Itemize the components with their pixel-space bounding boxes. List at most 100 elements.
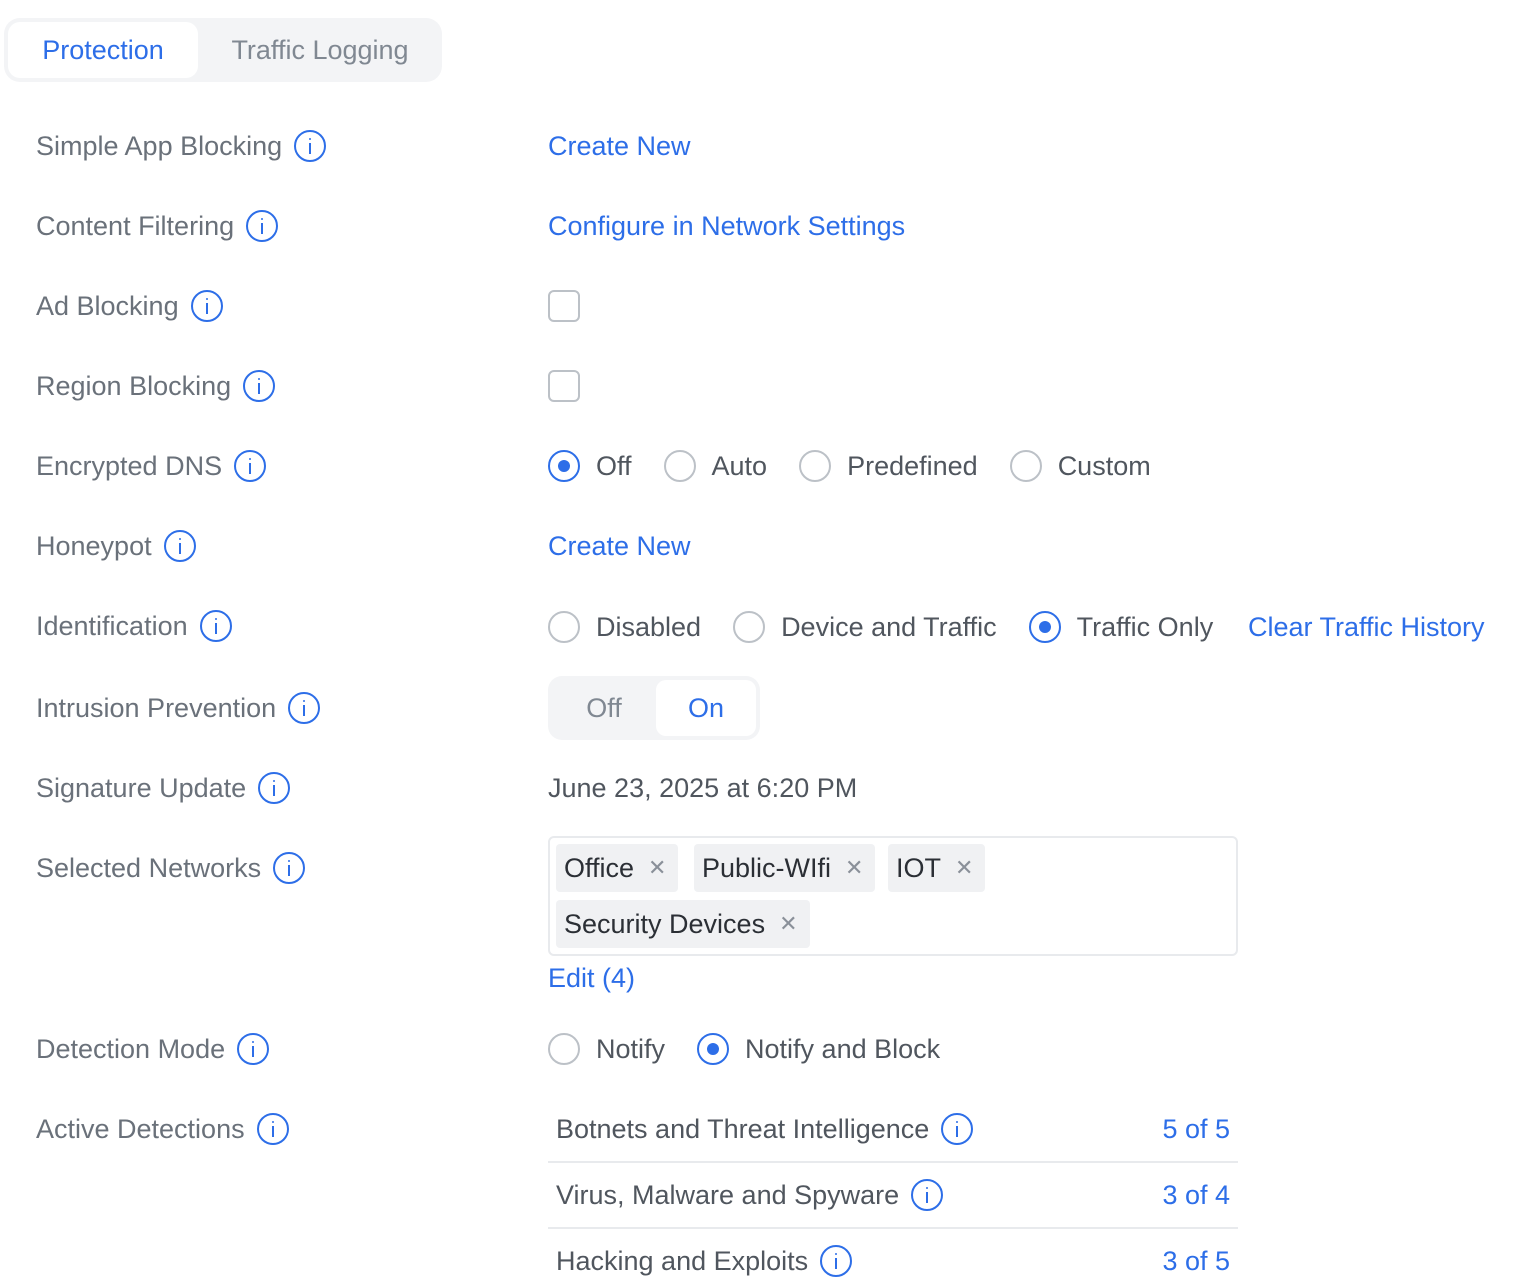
network-chip: Office ✕ [556,844,679,892]
radio-dot [663,450,696,482]
ad-blocking-label: Ad Blocking [36,286,223,326]
info-icon[interactable] [199,610,232,642]
configure-network-settings-link[interactable]: Configure in Network Settings [548,206,905,246]
simple-app-blocking-text: Simple App Blocking [36,130,283,161]
info-icon[interactable] [941,1113,974,1145]
tab-traffic-logging[interactable]: Traffic Logging [208,22,432,78]
remove-icon[interactable]: ✕ [845,855,863,881]
radio-label: Predefined [847,450,978,481]
radio-label: Off [596,450,632,481]
signature-update-text: Signature Update [36,772,247,803]
identification-label: Identification [36,606,232,646]
radio-dot [697,1033,730,1065]
toggle-on-option[interactable]: On [656,680,756,736]
network-chip-label: IOT [896,852,941,883]
network-chip: IOT ✕ [888,844,986,892]
intrusion-prevention-text: Intrusion Prevention [36,692,277,723]
info-icon[interactable] [237,1033,270,1065]
radio-dot [548,1033,580,1065]
network-chip-label: Office [564,852,635,883]
detection-mode-label: Detection Mode [36,1029,270,1069]
radio-dot [733,611,766,643]
radio-dns-custom[interactable]: Custom [1009,450,1151,482]
detection-count-link[interactable]: 5 of 5 [1162,1109,1230,1149]
detection-mode-radio-group: Notify Notify and Block [548,1029,972,1069]
info-icon[interactable] [246,210,279,242]
intrusion-prevention-toggle: Off On [548,676,760,740]
identification-text: Identification [36,610,188,641]
remove-icon[interactable]: ✕ [648,855,666,881]
network-chip: Public-WIfi ✕ [694,844,876,892]
radio-detection-notify[interactable]: Notify [548,1033,665,1065]
tab-protection[interactable]: Protection [8,22,198,78]
info-icon[interactable] [294,130,327,162]
honeypot-text: Honeypot [36,530,152,561]
encrypted-dns-radio-group: Off Auto Predefined Custom [548,446,1183,486]
detection-name-text: Hacking and Exploits [556,1245,809,1276]
radio-dot [1009,450,1042,482]
signature-update-value: June 23, 2025 at 6:20 PM [548,773,858,803]
region-blocking-label: Region Blocking [36,366,276,406]
radio-dns-auto[interactable]: Auto [663,450,767,482]
signature-update-label: Signature Update [36,768,291,808]
clear-traffic-history-link[interactable]: Clear Traffic History [1248,607,1485,647]
detection-row: Botnets and Threat Intelligence 5 of 5 [548,1097,1238,1163]
intrusion-prevention-label: Intrusion Prevention [36,688,321,728]
info-icon[interactable] [234,450,267,482]
honeypot-create-link[interactable]: Create New [548,526,691,566]
remove-icon[interactable]: ✕ [779,911,797,937]
simple-app-blocking-label: Simple App Blocking [36,126,327,166]
info-icon[interactable] [163,530,196,562]
simple-app-blocking-create-link[interactable]: Create New [548,126,691,166]
detection-name-text: Botnets and Threat Intelligence [556,1113,930,1144]
detection-count-link[interactable]: 3 of 4 [1162,1175,1230,1215]
network-chip-label: Security Devices [564,908,766,939]
detection-count-link[interactable]: 3 of 5 [1162,1241,1230,1281]
selected-networks-field[interactable]: Office ✕ Public-WIfi ✕ IOT ✕ Security Devic… [548,836,1238,956]
network-chip: Security Devices ✕ [556,900,810,948]
detection-name: Hacking and Exploits [556,1241,853,1281]
radio-label: Custom [1057,450,1151,481]
info-icon[interactable] [243,370,276,402]
info-icon[interactable] [273,852,306,884]
info-icon[interactable] [288,692,321,724]
edit-networks-link[interactable]: Edit (4) [548,958,635,998]
encrypted-dns-text: Encrypted DNS [36,450,223,481]
detection-mode-text: Detection Mode [36,1033,226,1064]
info-icon[interactable] [258,772,291,804]
detection-name: Botnets and Threat Intelligence [556,1109,974,1149]
radio-identification-disabled[interactable]: Disabled [548,611,701,643]
content-filtering-label: Content Filtering [36,206,279,246]
radio-dot [1028,611,1061,643]
selected-networks-label: Selected Networks [36,848,306,888]
ad-blocking-text: Ad Blocking [36,290,179,321]
active-detections-label: Active Detections [36,1109,289,1149]
info-icon[interactable] [256,1113,289,1145]
radio-label: Traffic Only [1076,611,1214,642]
detection-row: Hacking and Exploits 3 of 5 [548,1229,1238,1288]
radio-label: Device and Traffic [781,611,997,642]
toggle-off-option[interactable]: Off [552,680,656,736]
radio-label: Notify [596,1033,666,1064]
remove-icon[interactable]: ✕ [955,855,973,881]
detection-name: Virus, Malware and Spyware [556,1175,944,1215]
radio-dns-predefined[interactable]: Predefined [799,450,978,482]
content-filtering-text: Content Filtering [36,210,235,241]
radio-identification-traffic-only[interactable]: Traffic Only [1028,611,1214,643]
radio-dot [799,450,832,482]
info-icon[interactable] [911,1179,944,1211]
info-icon[interactable] [190,290,223,322]
radio-detection-notify-block[interactable]: Notify and Block [697,1033,940,1065]
radio-label: Notify and Block [745,1033,941,1064]
detection-name-text: Virus, Malware and Spyware [556,1179,900,1210]
ad-blocking-checkbox[interactable] [548,290,580,322]
info-icon[interactable] [820,1245,853,1277]
active-detections-text: Active Detections [36,1113,245,1144]
radio-label: Disabled [596,611,702,642]
radio-dns-off[interactable]: Off [548,450,632,482]
radio-identification-device-traffic[interactable]: Device and Traffic [733,611,997,643]
region-blocking-checkbox[interactable] [548,370,580,402]
region-blocking-text: Region Blocking [36,370,232,401]
radio-dot [548,450,580,482]
selected-networks-text: Selected Networks [36,852,262,883]
